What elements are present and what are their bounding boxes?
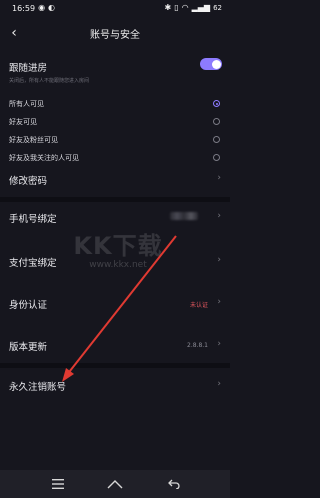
menu-icon <box>52 479 64 489</box>
version-update-label: 版本更新 <box>9 342 48 353</box>
blurred-phone-number <box>170 212 198 220</box>
follow-room-label: 跟随进房 <box>9 63 48 74</box>
radio-icon[interactable] <box>213 154 220 161</box>
option-label: 好友及粉丝可见 <box>9 136 58 144</box>
alipay-binding-label: 支付宝绑定 <box>9 258 57 269</box>
section-divider <box>0 363 230 368</box>
chevron-right-icon: › <box>217 255 221 265</box>
visibility-option-friends[interactable]: 好友可见 <box>0 114 230 128</box>
change-password-row[interactable]: 修改密码 › <box>0 168 230 192</box>
phone-binding-label: 手机号绑定 <box>9 214 57 225</box>
bluetooth-icon: ✱ <box>164 3 172 12</box>
status-left: 16:59 ◉ ◐ <box>12 4 55 13</box>
delete-account-label: 永久注销账号 <box>9 382 67 393</box>
radio-selected-icon[interactable] <box>213 100 220 107</box>
system-nav-bar <box>0 470 230 498</box>
option-label: 所有人可见 <box>9 100 44 108</box>
nav-bar: ‹ 账号与安全 <box>0 22 230 44</box>
visibility-option-everyone[interactable]: 所有人可见 <box>0 96 230 110</box>
change-password-label: 修改密码 <box>9 176 48 187</box>
version-update-row[interactable]: 版本更新 2.8.8.1 › <box>0 332 230 358</box>
toggle-knob <box>211 59 221 69</box>
wifi-icon: ◠ <box>181 3 189 12</box>
visibility-option-friends-fans[interactable]: 好友及粉丝可见 <box>0 132 230 146</box>
follow-room-description: 关闭后，所有人不能跟随您进入房间 <box>9 78 90 84</box>
option-label: 好友及我关注的人可见 <box>9 154 79 162</box>
identity-status: 未认证 <box>189 302 208 309</box>
chevron-right-icon: › <box>217 379 221 389</box>
status-right: ✱ ▯ ◠ ▂▄▆ 62 <box>164 3 222 13</box>
home-button[interactable] <box>105 477 125 491</box>
section-divider <box>0 197 230 202</box>
chevron-right-icon: › <box>217 173 221 183</box>
vibrate-icon: ▯ <box>174 3 179 12</box>
alipay-binding-row[interactable]: 支付宝绑定 › <box>0 248 230 274</box>
app-notification-icon: ◐ <box>48 3 56 12</box>
visibility-option-friends-following[interactable]: 好友及我关注的人可见 <box>0 150 230 164</box>
back-nav-icon <box>168 479 180 489</box>
home-icon <box>107 480 123 489</box>
follow-room-toggle[interactable] <box>200 58 222 70</box>
battery-icon: 62 <box>213 4 222 12</box>
back-nav-button[interactable] <box>164 477 184 491</box>
status-time: 16:59 <box>12 3 36 13</box>
radio-icon[interactable] <box>213 136 220 143</box>
chevron-right-icon: › <box>217 339 221 349</box>
identity-auth-row[interactable]: 身份认证 未认证 › <box>0 290 230 316</box>
chevron-right-icon: › <box>217 211 221 221</box>
chevron-right-icon: › <box>217 297 221 307</box>
status-bar: 16:59 ◉ ◐ ✱ ▯ ◠ ▂▄▆ 62 <box>0 0 230 16</box>
radio-icon[interactable] <box>213 118 220 125</box>
option-label: 好友可见 <box>9 118 37 126</box>
follow-room-section: 跟随进房 关闭后，所有人不能跟随您进入房间 <box>0 52 230 92</box>
version-number: 2.8.8.1 <box>187 342 208 349</box>
delete-account-row[interactable]: 永久注销账号 › <box>0 372 230 398</box>
signal-icon: ▂▄▆ <box>191 3 211 12</box>
menu-button[interactable] <box>48 477 68 491</box>
page-title: 账号与安全 <box>90 30 140 41</box>
notification-icon: ◉ <box>38 3 46 12</box>
identity-auth-label: 身份认证 <box>9 300 48 311</box>
